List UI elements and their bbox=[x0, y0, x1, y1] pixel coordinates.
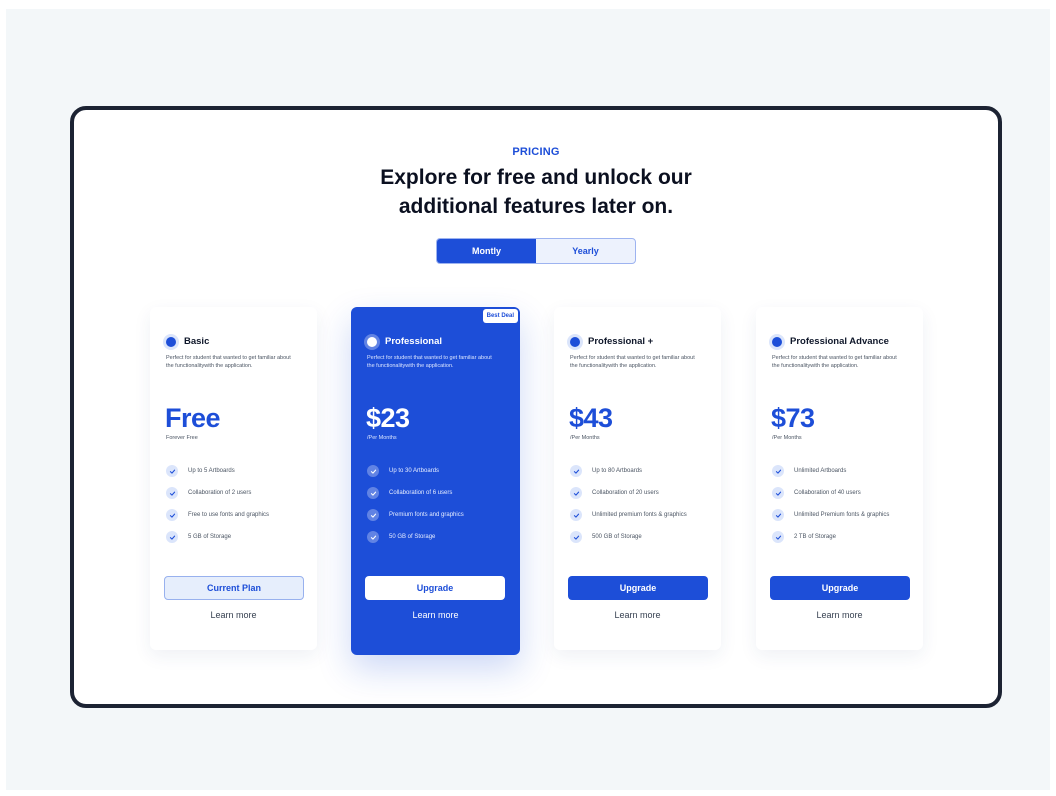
check-icon bbox=[367, 531, 379, 543]
feature-label: Unlimited Premium fonts & graphics bbox=[794, 512, 890, 518]
check-icon bbox=[166, 487, 178, 499]
toggle-yearly[interactable]: Yearly bbox=[536, 239, 635, 263]
feature-item: 2 TB of Storage bbox=[772, 526, 889, 548]
feature-item: Collaboration of 6 users bbox=[367, 482, 464, 504]
plan-dot-icon bbox=[772, 336, 782, 347]
check-icon bbox=[166, 531, 178, 543]
check-icon bbox=[570, 531, 582, 543]
plan-price: Free bbox=[165, 403, 221, 433]
feature-label: Unlimited premium fonts & graphics bbox=[592, 512, 687, 518]
headline-line-2: additional features later on. bbox=[398, 195, 674, 218]
feature-label: Collaboration of 2 users bbox=[188, 490, 252, 496]
toggle-monthly[interactable]: Montly bbox=[437, 239, 536, 263]
plan-price: $43 bbox=[569, 403, 613, 433]
check-icon bbox=[772, 509, 784, 521]
current-plan-button[interactable]: Current Plan bbox=[164, 576, 304, 600]
plan-dot-icon bbox=[166, 336, 176, 347]
upgrade-button[interactable]: Upgrade bbox=[568, 576, 708, 600]
plan-description: Perfect for student that wanted to get f… bbox=[367, 355, 492, 369]
feature-item: Premium fonts and graphics bbox=[367, 504, 464, 526]
feature-label: Collaboration of 6 users bbox=[389, 490, 453, 496]
feature-item: Unlimited Artboards bbox=[772, 460, 889, 482]
feature-item: Free to use fonts and graphics bbox=[166, 504, 269, 526]
plan-header: Professional Advance bbox=[772, 336, 889, 347]
feature-list: Up to 30 Artboards Collaboration of 6 us… bbox=[367, 460, 464, 548]
plan-name: Professional + bbox=[588, 336, 654, 347]
feature-item: Unlimited premium fonts & graphics bbox=[570, 504, 687, 526]
plan-price: $73 bbox=[771, 403, 815, 433]
plan-card-basic: Basic Perfect for student that wanted to… bbox=[150, 307, 317, 650]
plan-description: Perfect for student that wanted to get f… bbox=[772, 355, 897, 369]
feature-item: 500 GB of Storage bbox=[570, 526, 687, 548]
learn-more-link[interactable]: Learn more bbox=[150, 610, 317, 620]
best-deal-badge: Best Deal bbox=[482, 309, 518, 323]
check-icon bbox=[166, 465, 178, 477]
plan-header: Professional + bbox=[570, 336, 653, 347]
section-eyebrow: PRICING bbox=[512, 146, 560, 158]
plan-card-professional-advance: Professional Advance Perfect for student… bbox=[756, 307, 923, 650]
check-icon bbox=[570, 487, 582, 499]
feature-label: Up to 30 Artboards bbox=[389, 468, 440, 474]
feature-item: Up to 5 Artboards bbox=[166, 460, 269, 482]
plan-card-professional-plus: Professional + Perfect for student that … bbox=[554, 307, 721, 650]
headline-line-1: Explore for free and unlock our bbox=[380, 166, 692, 189]
feature-list: Unlimited Artboards Collaboration of 40 … bbox=[772, 460, 889, 548]
plan-period: Forever Free bbox=[166, 435, 198, 441]
plan-name: Professional bbox=[385, 336, 443, 347]
learn-more-link[interactable]: Learn more bbox=[756, 610, 923, 620]
learn-more-link[interactable]: Learn more bbox=[351, 610, 520, 620]
feature-label: Collaboration of 20 users bbox=[592, 490, 659, 496]
check-icon bbox=[570, 465, 582, 477]
plan-period: /Per Months bbox=[367, 435, 397, 441]
feature-item: Collaboration of 40 users bbox=[772, 482, 889, 504]
plan-description: Perfect for student that wanted to get f… bbox=[570, 355, 695, 369]
check-icon bbox=[570, 509, 582, 521]
feature-list: Up to 5 Artboards Collaboration of 2 use… bbox=[166, 460, 269, 548]
feature-item: 50 GB of Storage bbox=[367, 526, 464, 548]
feature-item: Collaboration of 2 users bbox=[166, 482, 269, 504]
billing-toggle[interactable]: Montly Yearly bbox=[436, 238, 636, 264]
plan-header: Basic bbox=[166, 336, 209, 347]
check-icon bbox=[772, 487, 784, 499]
feature-label: Unlimited Artboards bbox=[794, 468, 847, 474]
feature-item: 5 GB of Storage bbox=[166, 526, 269, 548]
feature-label: Premium fonts and graphics bbox=[389, 512, 464, 518]
check-icon bbox=[166, 509, 178, 521]
plan-header: Professional bbox=[367, 336, 442, 347]
check-icon bbox=[772, 465, 784, 477]
plan-description: Perfect for student that wanted to get f… bbox=[166, 355, 291, 369]
plan-dot-icon bbox=[367, 336, 377, 347]
feature-list: Up to 80 Artboards Collaboration of 20 u… bbox=[570, 460, 687, 548]
upgrade-button[interactable]: Upgrade bbox=[365, 576, 505, 600]
feature-label: 500 GB of Storage bbox=[592, 534, 642, 540]
check-icon bbox=[367, 509, 379, 521]
feature-label: Collaboration of 40 users bbox=[794, 490, 861, 496]
plan-dot-icon bbox=[570, 336, 580, 347]
plan-name: Professional Advance bbox=[790, 336, 889, 347]
check-icon bbox=[367, 465, 379, 477]
feature-label: 50 GB of Storage bbox=[389, 534, 436, 540]
page-title: Explore for free and unlock our addition… bbox=[74, 163, 998, 221]
upgrade-button[interactable]: Upgrade bbox=[770, 576, 910, 600]
feature-label: 5 GB of Storage bbox=[188, 534, 232, 540]
pricing-frame: PRICING Explore for free and unlock our … bbox=[70, 106, 1002, 708]
plan-price: $23 bbox=[366, 403, 410, 433]
feature-label: 2 TB of Storage bbox=[794, 534, 836, 540]
feature-label: Free to use fonts and graphics bbox=[188, 512, 270, 518]
plan-period: /Per Months bbox=[772, 435, 802, 441]
plan-card-professional: Best Deal Professional Perfect for stude… bbox=[351, 307, 520, 655]
learn-more-link[interactable]: Learn more bbox=[554, 610, 721, 620]
feature-item: Up to 30 Artboards bbox=[367, 460, 464, 482]
feature-item: Collaboration of 20 users bbox=[570, 482, 687, 504]
plan-name: Basic bbox=[184, 336, 210, 347]
feature-label: Up to 5 Artboards bbox=[188, 468, 235, 474]
plan-period: /Per Months bbox=[570, 435, 600, 441]
feature-item: Unlimited Premium fonts & graphics bbox=[772, 504, 889, 526]
check-icon bbox=[772, 531, 784, 543]
feature-label: Up to 80 Artboards bbox=[592, 468, 643, 474]
feature-item: Up to 80 Artboards bbox=[570, 460, 687, 482]
check-icon bbox=[367, 487, 379, 499]
